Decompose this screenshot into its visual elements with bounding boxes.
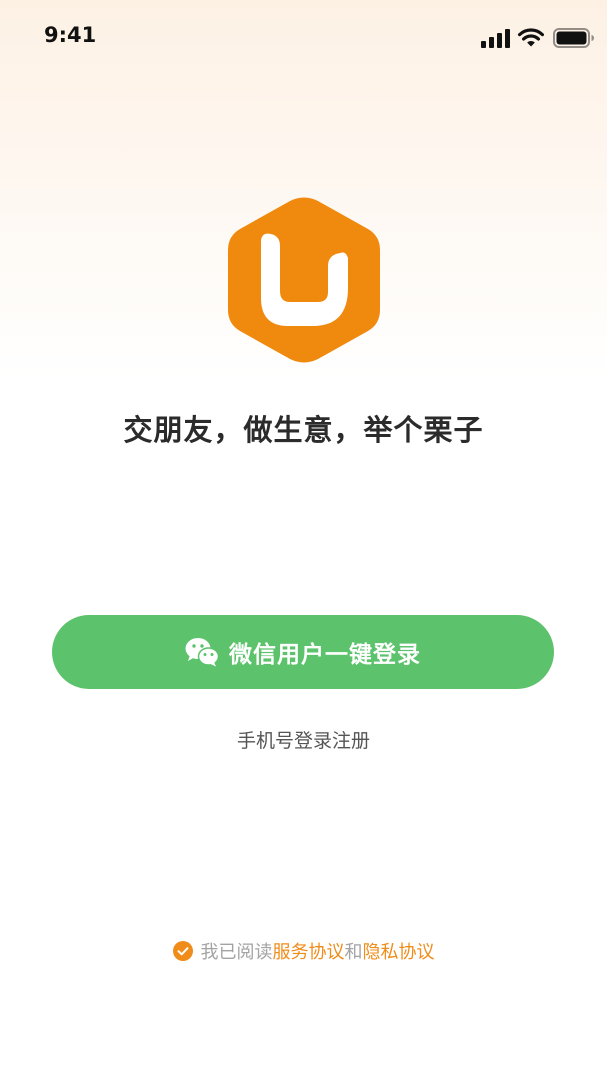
wechat-icon	[185, 638, 219, 667]
phone-login-row: 手机号登录注册	[0, 726, 607, 753]
phone-login-link[interactable]: 手机号登录注册	[237, 730, 370, 752]
slogan: 交朋友，做生意，举个栗子	[123, 413, 484, 447]
login-screen: 9:41 交朋友，做生意，举个栗子 微信用户一键登录 手机号登录注册 我已阅读 …	[0, 0, 607, 1080]
signal-icon	[481, 29, 510, 48]
privacy-link[interactable]: 隐私协议	[363, 938, 435, 964]
battery-icon	[553, 28, 594, 48]
wifi-icon	[518, 28, 544, 47]
wechat-login-button[interactable]: 微信用户一键登录	[52, 615, 554, 689]
hexagon-logo-icon	[228, 197, 380, 363]
agreement-prefix: 我已阅读	[200, 942, 273, 963]
status-time: 9:41	[44, 23, 97, 47]
agreement-row: 我已阅读 服务协议 和 隐私协议	[0, 938, 607, 964]
terms-link[interactable]: 服务协议	[273, 938, 345, 964]
wechat-login-label: 微信用户一键登录	[229, 642, 421, 668]
status-bar: 9:41	[0, 0, 607, 76]
check-circle-icon[interactable]	[172, 941, 193, 961]
agreement-conjunction: 和	[344, 942, 363, 963]
